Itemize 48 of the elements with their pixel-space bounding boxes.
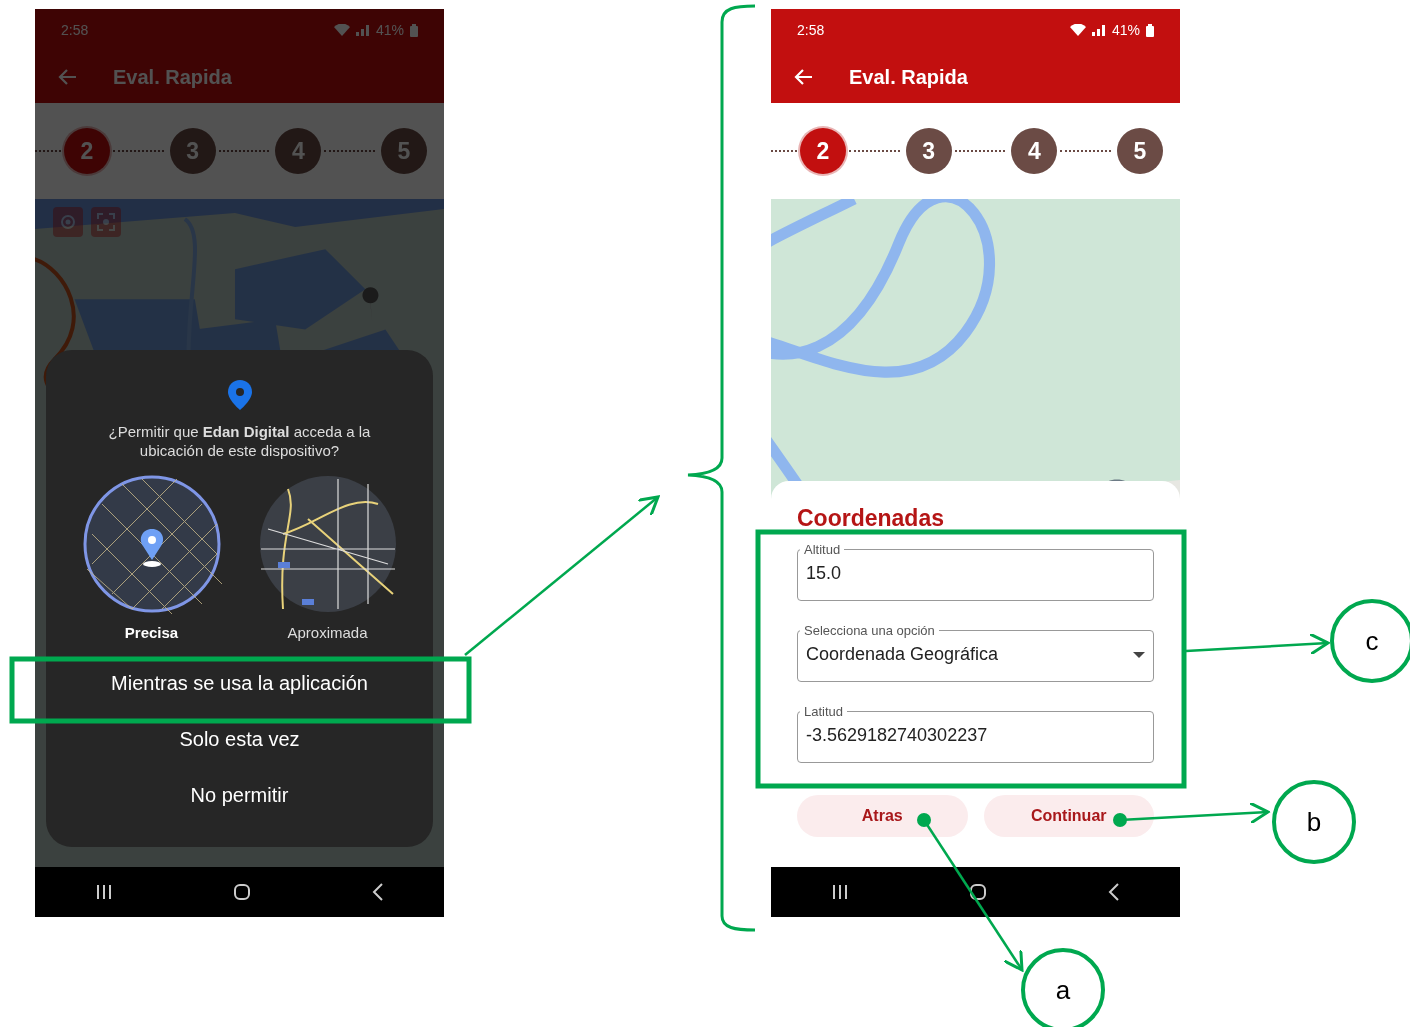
step-indicator[interactable]: 5 <box>1117 128 1163 174</box>
wifi-icon <box>1069 24 1086 36</box>
home-icon[interactable] <box>232 883 251 901</box>
dialog-button[interactable]: No permitir <box>180 767 299 823</box>
caret-icon[interactable] <box>1133 651 1145 658</box>
sheet-title: Coordenadas <box>797 505 945 532</box>
callout-badge: c <box>1330 599 1410 683</box>
dropdown-value: Coordenada Geográfica <box>806 643 1000 666</box>
battery-icon <box>1146 23 1154 37</box>
field-value: -3.5629182740302237 <box>806 724 989 747</box>
step-indicator[interactable]: 3 <box>905 128 952 174</box>
text-field[interactable]: Latitud -3.5629182740302237 <box>797 704 1154 763</box>
nav-button[interactable]: Continuar <box>983 795 1154 837</box>
location-pin-icon <box>227 380 252 410</box>
dialog-button[interactable]: Solo esta vez <box>169 711 310 767</box>
field-label: Selecciona una opción <box>803 623 936 638</box>
street-grid-drawing[interactable] <box>81 474 222 614</box>
recent-apps-icon[interactable] <box>95 884 112 900</box>
battery-level: 41% <box>375 22 404 38</box>
dialog-button[interactable]: Mientras se usa la aplicación <box>101 655 378 711</box>
nav-button[interactable]: Atras <box>797 795 968 837</box>
road-map-drawing[interactable] <box>257 474 398 614</box>
signal-icon <box>355 24 370 36</box>
signal-icon <box>1091 24 1106 36</box>
permission-prompt: ¿Permitir que Edan Digital acceda a la ubicación de este dispositivo? <box>107 422 372 460</box>
callout-badge: a <box>1021 948 1105 1027</box>
callout-badge: b <box>1272 780 1356 864</box>
battery-level: 41% <box>1111 22 1140 38</box>
status-time: 2:58 <box>61 22 89 38</box>
step-indicator[interactable]: 2 <box>800 128 846 174</box>
back-icon[interactable] <box>1107 883 1120 901</box>
battery-icon <box>410 23 418 37</box>
back-icon[interactable] <box>371 883 384 901</box>
field-label: Altitud <box>803 542 842 557</box>
home-icon[interactable] <box>968 883 987 901</box>
option-label[interactable]: Precisa <box>124 624 179 641</box>
option-label[interactable]: Aproximada <box>287 624 368 641</box>
dropdown-field[interactable]: Selecciona una opción Coordenada Geográfica <box>797 623 1154 682</box>
status-time: 2:58 <box>797 22 825 38</box>
field-label: Latitud <box>803 704 845 719</box>
recent-apps-icon[interactable] <box>831 884 848 900</box>
wifi-icon <box>333 24 350 36</box>
app-bar-title: Eval. Rapida <box>113 65 232 89</box>
step-indicator[interactable]: 4 <box>1011 128 1058 174</box>
app-bar-title: Eval. Rapida <box>849 65 968 89</box>
field-value: 15.0 <box>806 562 843 585</box>
text-field[interactable]: Altitud 15.0 <box>797 542 1154 601</box>
back-arrow-icon[interactable] <box>793 68 813 86</box>
